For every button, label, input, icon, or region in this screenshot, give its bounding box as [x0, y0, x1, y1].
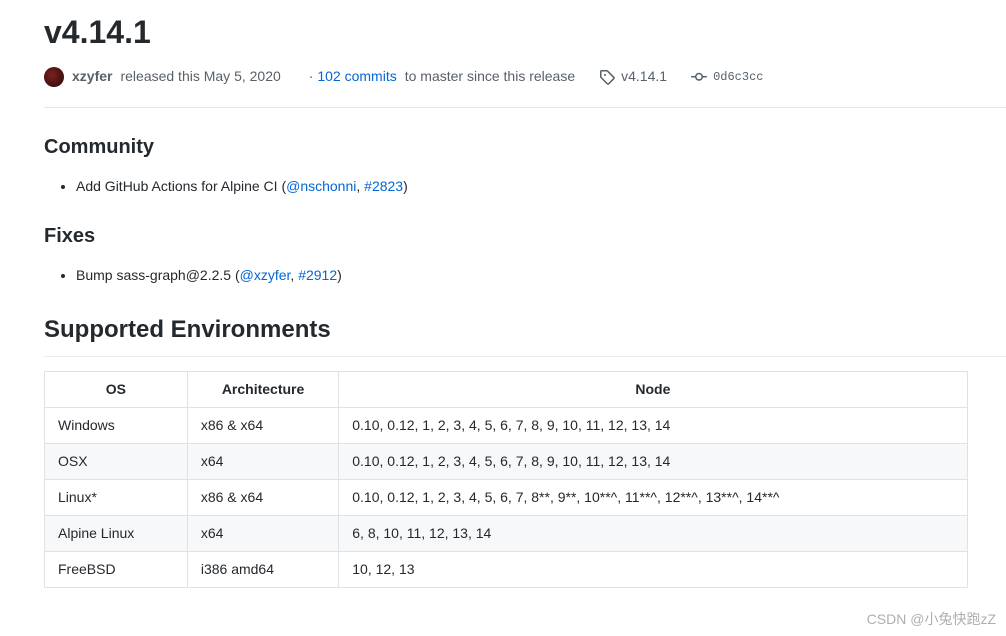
item-text: Bump sass-graph@2.2.5 ( [76, 267, 240, 283]
cell-os: OSX [45, 444, 188, 480]
tag-group[interactable]: v4.14.1 [599, 66, 667, 87]
item-suffix: ) [337, 267, 342, 283]
commit-group[interactable]: 0d6c3cc [691, 68, 763, 86]
footnote: *Linux support refers to Ubuntu, Debian,… [44, 602, 1006, 604]
list-item: Add GitHub Actions for Alpine CI (@nscho… [76, 176, 1006, 197]
community-list: Add GitHub Actions for Alpine CI (@nscho… [44, 176, 1006, 197]
cell-arch: x64 [187, 516, 338, 552]
cell-node: 0.10, 0.12, 1, 2, 3, 4, 5, 6, 7, 8, 9, 1… [339, 444, 967, 480]
commits-link[interactable]: · 102 commits [309, 66, 397, 87]
cell-os: Alpine Linux [45, 516, 188, 552]
col-os: OS [45, 372, 188, 408]
user-mention[interactable]: @xzyfer [240, 267, 291, 283]
cell-node: 0.10, 0.12, 1, 2, 3, 4, 5, 6, 7, 8**, 9*… [339, 480, 967, 516]
issue-link[interactable]: #2912 [298, 267, 337, 283]
release-title: v4.14.1 [44, 8, 1006, 56]
item-text: Add GitHub Actions for Alpine CI ( [76, 178, 286, 194]
fixes-list: Bump sass-graph@2.2.5 (@xzyfer, #2912) [44, 265, 1006, 286]
table-row: OSX x64 0.10, 0.12, 1, 2, 3, 4, 5, 6, 7,… [45, 444, 968, 480]
supported-table: OS Architecture Node Windows x86 & x64 0… [44, 371, 968, 588]
watermark: CSDN @小兔快跑zZ [867, 609, 996, 630]
cell-os: FreeBSD [45, 552, 188, 588]
table-row: Alpine Linux x64 6, 8, 10, 11, 12, 13, 1… [45, 516, 968, 552]
avatar[interactable] [44, 67, 64, 87]
fixes-heading: Fixes [44, 221, 1006, 251]
table-row: FreeBSD i386 amd64 10, 12, 13 [45, 552, 968, 588]
release-meta: xzyfer released this May 5, 2020 · 102 c… [44, 66, 1006, 108]
community-heading: Community [44, 132, 1006, 162]
table-row: Linux* x86 & x64 0.10, 0.12, 1, 2, 3, 4,… [45, 480, 968, 516]
item-sep: , [356, 178, 364, 194]
col-arch: Architecture [187, 372, 338, 408]
cell-node: 6, 8, 10, 11, 12, 13, 14 [339, 516, 967, 552]
tag-icon [599, 69, 615, 85]
released-text: released this May 5, 2020 [120, 66, 280, 87]
cell-arch: x86 & x64 [187, 408, 338, 444]
author-link[interactable]: xzyfer [72, 66, 112, 87]
commit-icon [691, 69, 707, 85]
cell-os: Linux* [45, 480, 188, 516]
item-suffix: ) [403, 178, 408, 194]
cell-node: 10, 12, 13 [339, 552, 967, 588]
list-item: Bump sass-graph@2.2.5 (@xzyfer, #2912) [76, 265, 1006, 286]
table-row: Windows x86 & x64 0.10, 0.12, 1, 2, 3, 4… [45, 408, 968, 444]
user-mention[interactable]: @nschonni [286, 178, 356, 194]
cell-os: Windows [45, 408, 188, 444]
cell-node: 0.10, 0.12, 1, 2, 3, 4, 5, 6, 7, 8, 9, 1… [339, 408, 967, 444]
table-header-row: OS Architecture Node [45, 372, 968, 408]
col-node: Node [339, 372, 967, 408]
cell-arch: x86 & x64 [187, 480, 338, 516]
commit-sha: 0d6c3cc [713, 68, 763, 86]
issue-link[interactable]: #2823 [364, 178, 403, 194]
cell-arch: i386 amd64 [187, 552, 338, 588]
cell-arch: x64 [187, 444, 338, 480]
tag-label: v4.14.1 [621, 66, 667, 87]
commits-tail: to master since this release [405, 66, 575, 87]
supported-heading: Supported Environments [44, 312, 1006, 357]
